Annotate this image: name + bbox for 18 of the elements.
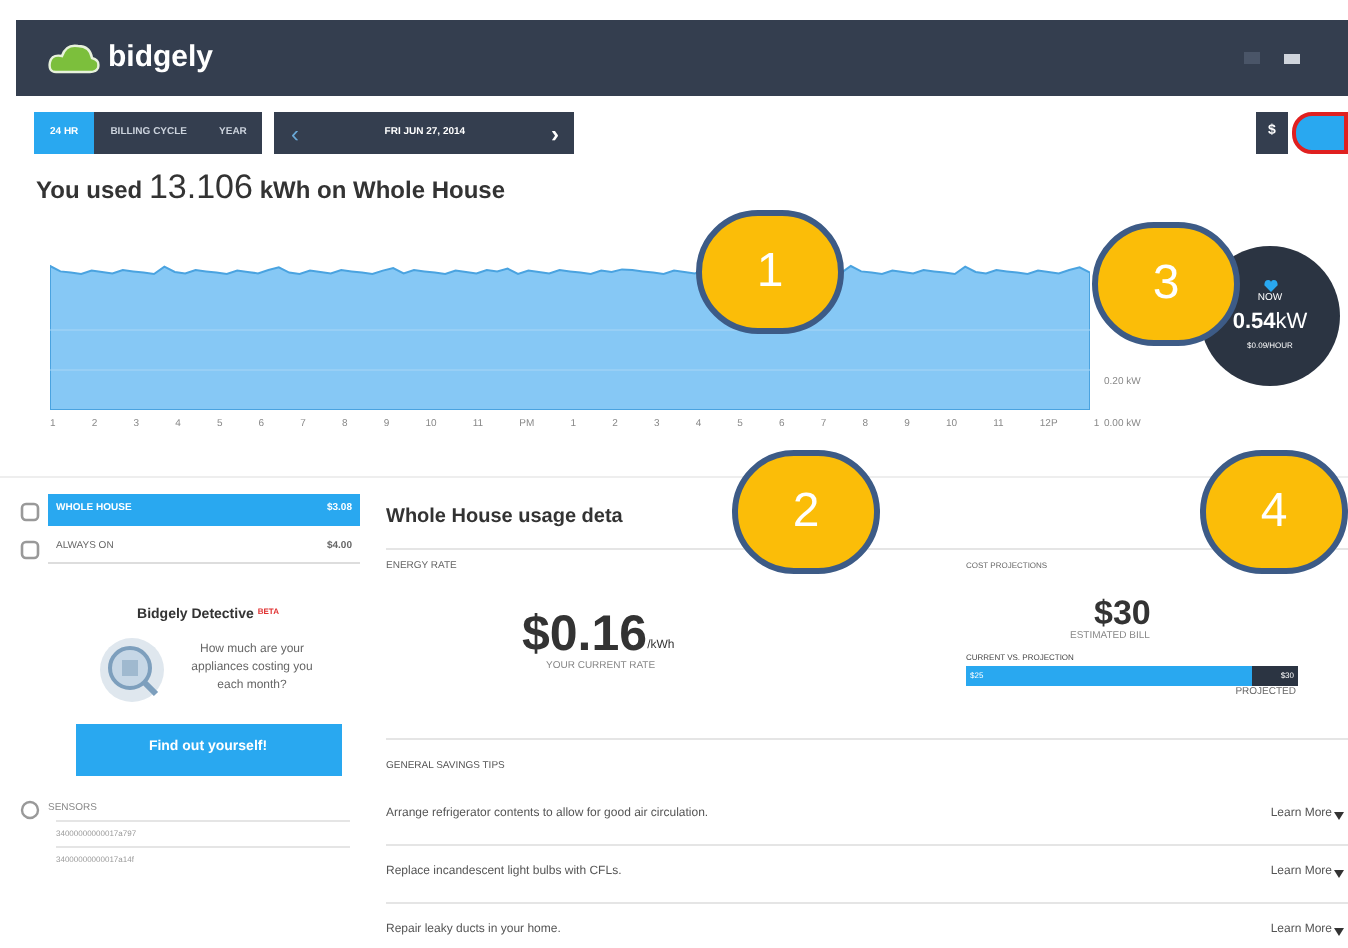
- projected-bill-value: $30: [1094, 596, 1153, 630]
- annotation-marker: 2: [732, 450, 880, 574]
- heart-icon: [1263, 279, 1277, 291]
- current-usage-value: 0.54kW: [1232, 308, 1308, 338]
- caret-icon: [1334, 869, 1344, 877]
- energy-rate-value: $0.16: [522, 607, 648, 659]
- kwh-toggle[interactable]: [1292, 112, 1348, 154]
- previous-day-button[interactable]: ‹: [290, 115, 299, 151]
- usage-headline: You used 13.106 kWh on Whole House: [36, 166, 507, 210]
- next-day-button[interactable]: ›: [550, 115, 559, 151]
- caret-icon: [1334, 927, 1344, 935]
- cloud-house-icon: [48, 40, 100, 76]
- annotation-marker: 1: [696, 210, 844, 334]
- magnifier-icon: [98, 635, 166, 703]
- sensor-icon: [20, 799, 40, 819]
- caret-icon: [1334, 811, 1344, 819]
- logo-text: bidgely: [108, 37, 214, 78]
- annotation-marker: 4: [1200, 450, 1348, 574]
